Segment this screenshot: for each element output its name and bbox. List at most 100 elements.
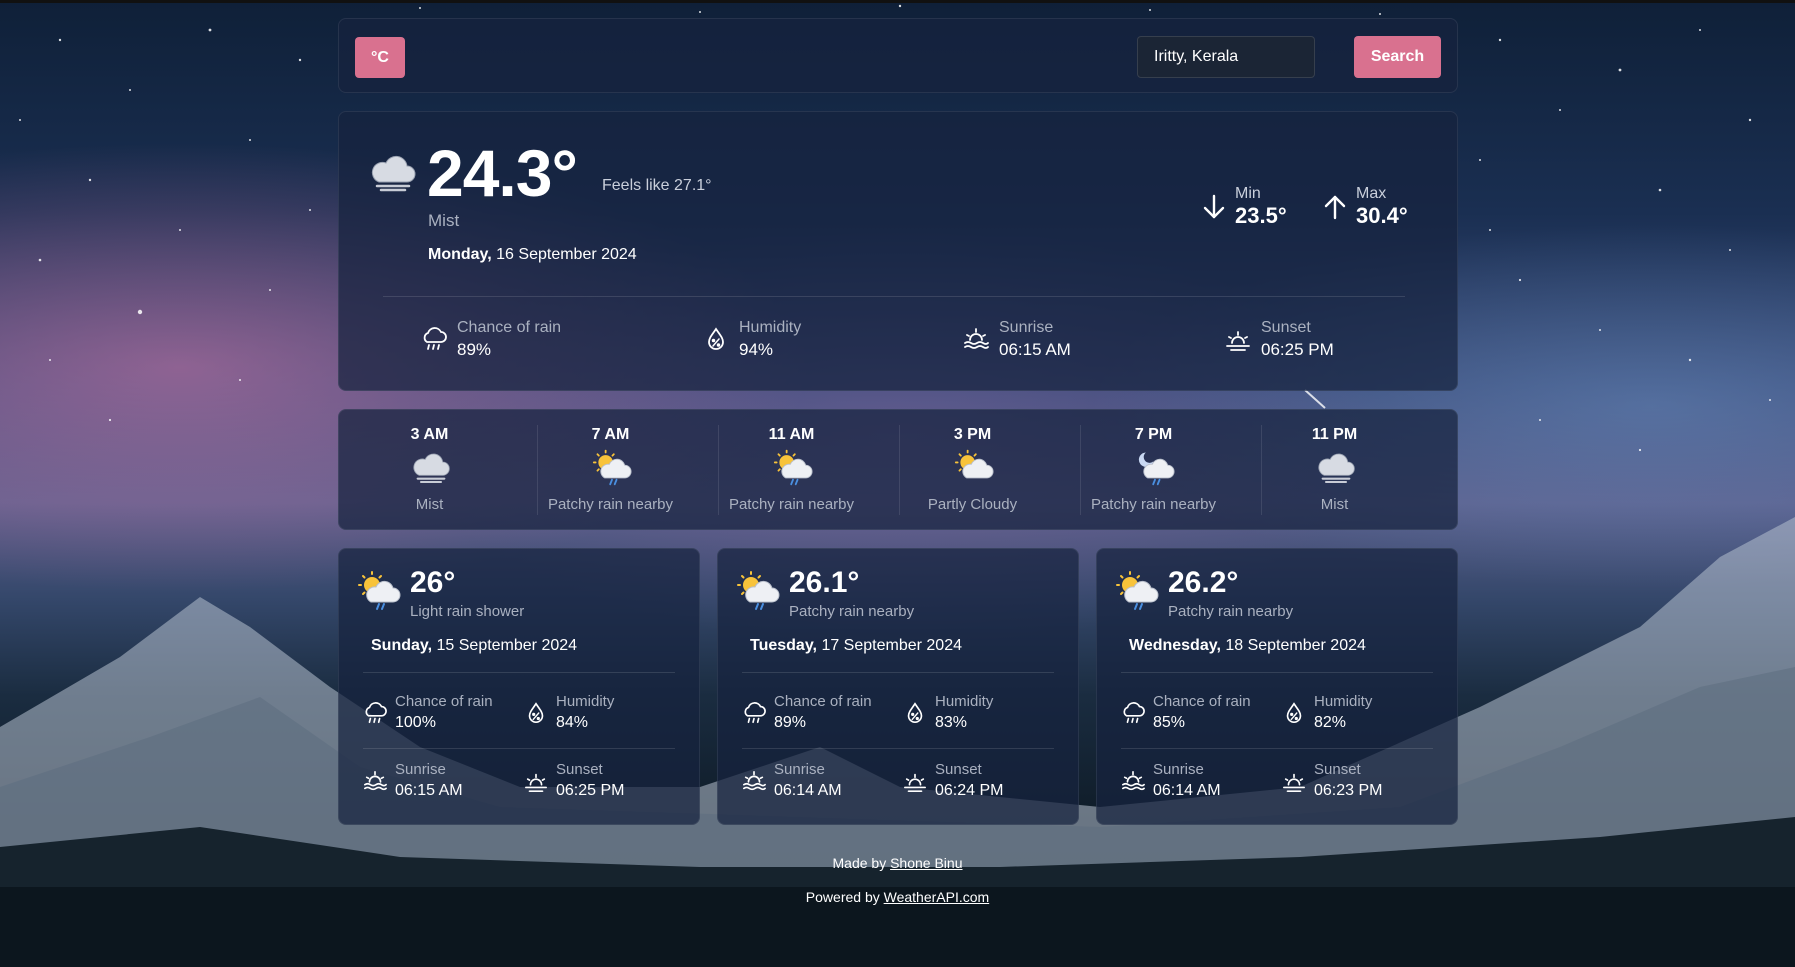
forecast-temperature: 26° [410,566,456,599]
stat-label: Humidity [556,693,615,710]
hour-condition: Mist [1320,496,1349,513]
max-value: 30.4° [1356,203,1408,228]
stat-value: 06:14 AM [774,782,842,799]
humidity-stat: Humidity 83% [903,692,993,734]
hour-time: 7 AM [591,426,630,443]
hour-item: 3 PM Partly Cloudy [882,410,1063,531]
sun-cloud-rain-icon [592,448,632,486]
forecast-date-text: 18 September 2024 [1225,637,1366,654]
stat-value: 85% [1153,714,1186,731]
forecast-card: 26.2° Patchy rain nearby Wednesday, 18 S… [1096,548,1458,825]
rain-icon [363,701,387,725]
sunset-stat: Sunset 06:25 PM [1225,317,1334,361]
forecast-date-text: 17 September 2024 [821,637,962,654]
sunrise-icon [742,769,766,793]
arrow-down-icon [1203,194,1225,219]
hour-item: 11 AM Patchy rain nearby [701,410,882,531]
current-day: Monday, [428,246,492,263]
made-by-prefix: Made by [832,855,887,871]
sunrise-icon [963,326,989,352]
sunset-icon [903,769,927,793]
hour-time: 3 AM [410,426,449,443]
stat-value: 06:24 PM [935,782,1004,799]
forecast-day: Tuesday, [750,637,817,654]
hour-condition: Patchy rain nearby [1090,496,1217,513]
stat-label: Sunrise [395,761,446,778]
sunrise-stat: Sunrise 06:15 AM [363,760,463,802]
chance-of-rain-stat: Chance of rain 85% [1121,692,1251,734]
stat-value: 06:25 PM [1261,340,1334,359]
chance-of-rain-stat: Chance of rain 100% [363,692,493,734]
stat-label: Sunrise [774,761,825,778]
humidity-icon [1282,701,1306,725]
sunset-stat: Sunset 06:24 PM [903,760,1003,802]
divider [383,296,1405,297]
forecast-date-text: 15 September 2024 [436,637,578,654]
stat-label: Humidity [739,319,802,336]
stat-value: 84% [556,714,589,731]
stat-label: Chance of rain [395,693,493,710]
hour-item: 7 PM Patchy rain nearby [1063,410,1244,531]
stat-label: Sunrise [1153,761,1204,778]
humidity-icon [524,701,548,725]
sunset-icon [1282,769,1306,793]
stat-label: Chance of rain [1153,693,1251,710]
current-date-text: 16 September 2024 [496,246,637,263]
chance-of-rain-stat: Chance of rain 89% [742,692,872,734]
stat-value: 82% [1314,714,1347,731]
current-weather-card: 24.3° Feels like 27.1° Mist Monday, 16 S… [338,111,1458,391]
rain-icon [1121,701,1145,725]
rain-icon [742,701,766,725]
stat-value: 89% [774,714,807,731]
forecast-condition: Patchy rain nearby [789,603,915,620]
arrow-up-icon [1324,195,1346,220]
humidity-icon [903,701,927,725]
unit-toggle-button[interactable]: °C [355,37,405,78]
hour-condition: Mist [415,496,444,513]
sun-cloud-rain-icon [357,569,401,611]
cloud-icon [1316,448,1356,486]
divider [742,748,1054,749]
sunrise-icon [363,769,387,793]
stat-label: Humidity [1314,693,1373,710]
sun-cloud-icon [954,448,994,486]
divider [363,748,675,749]
forecast-day: Sunday, [371,637,433,654]
hour-item: 7 AM Patchy rain nearby [520,410,701,531]
author-link[interactable]: Shone Binu [890,855,962,871]
hour-item: 3 AM Mist [339,410,520,531]
moon-cloud-rain-icon [1135,448,1175,486]
sunset-stat: Sunset 06:23 PM [1282,760,1382,802]
forecast-date: Wednesday, 18 September 2024 [1129,637,1366,655]
stat-label: Chance of rain [774,693,872,710]
stat-value: 89% [457,340,492,359]
rain-icon [421,326,447,352]
max-temp: Max 30.4° [1322,185,1408,229]
sun-cloud-rain-icon [736,569,780,611]
sunrise-stat: Sunrise 06:14 AM [1121,760,1221,802]
hour-condition: Patchy rain nearby [547,496,674,513]
provider-link[interactable]: WeatherAPI.com [884,889,990,905]
stat-label: Sunset [935,761,982,778]
search-button[interactable]: Search [1354,36,1441,78]
hourly-forecast: 3 AM Mist 7 AM Patchy rain nearby 11 AM … [338,409,1458,530]
location-search-input[interactable] [1137,36,1315,78]
sunrise-stat: Sunrise 06:15 AM [963,317,1071,361]
hour-time: 7 PM [1134,426,1173,443]
stat-value: 06:15 AM [999,340,1071,359]
stat-label: Chance of rain [457,319,562,336]
min-value: 23.5° [1235,203,1287,228]
humidity-stat: Humidity 94% [703,317,801,361]
divider [1121,748,1433,749]
forecast-condition: Light rain shower [410,603,525,620]
sun-cloud-rain-icon [773,448,813,486]
min-label: Min [1235,185,1261,202]
sunset-icon [524,769,548,793]
max-label: Max [1356,185,1387,202]
stat-value: 06:15 AM [395,782,463,799]
current-date: Monday, 16 September 2024 [428,246,637,264]
sunset-icon [1225,326,1251,352]
stat-label: Sunrise [999,319,1054,336]
hour-condition: Patchy rain nearby [728,496,855,513]
humidity-stat: Humidity 84% [524,692,614,734]
